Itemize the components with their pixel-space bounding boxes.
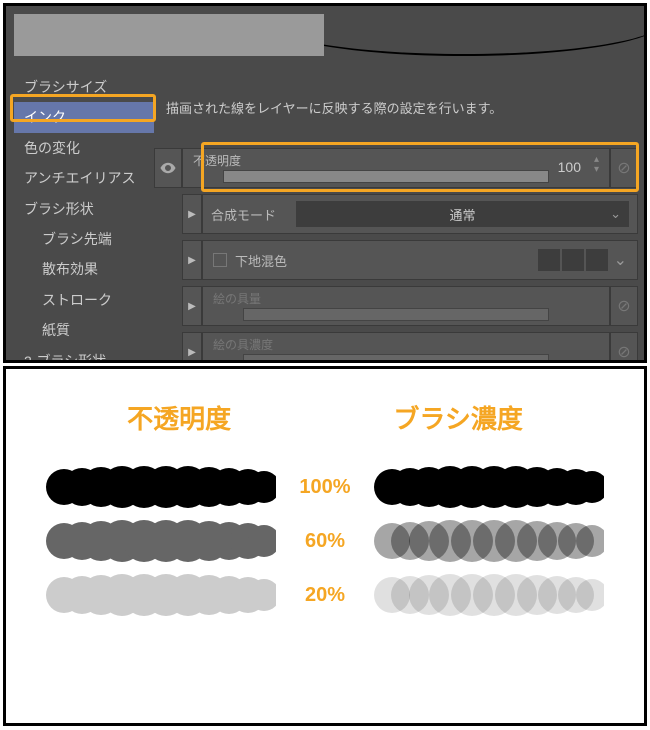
underlay-label: 下地混色 xyxy=(235,251,287,270)
paint-amount-label: 絵の具量 xyxy=(213,290,261,307)
opacity-stroke-20 xyxy=(46,574,276,616)
density-stroke-100 xyxy=(374,466,604,508)
expand-button[interactable]: ▶ xyxy=(182,194,202,234)
dynamics-button[interactable]: ⊘ xyxy=(610,332,638,363)
highlight-opacity xyxy=(201,142,639,192)
paint-amount-slider[interactable]: 絵の具量 xyxy=(202,286,610,326)
expand-button[interactable]: ▶ xyxy=(182,286,202,326)
paint-amount-row: ▶ 絵の具量 ⊘ xyxy=(154,284,638,328)
highlight-ink xyxy=(10,94,156,122)
preview-area xyxy=(14,14,324,56)
brush-settings-panel: ブラシサイズ インク 色の変化 アンチエイリアス ブラシ形状 ブラシ先端 散布効… xyxy=(3,3,647,363)
spacer xyxy=(154,332,182,363)
left-title: 不透明度 xyxy=(127,399,231,436)
level-100: 100% xyxy=(285,476,365,499)
sidebar-item-stroke[interactable]: ストローク xyxy=(14,285,154,315)
dynamics-button[interactable]: ⊘ xyxy=(610,286,638,326)
sidebar-item-scatter[interactable]: 散布効果 xyxy=(14,254,154,284)
blend-mode-row: ▶ 合成モード 通常 xyxy=(154,192,638,236)
density-stroke-60 xyxy=(374,520,604,562)
chevron-down-icon[interactable]: ⌄ xyxy=(614,250,627,270)
mode-thumbnails[interactable] xyxy=(538,249,608,271)
row-100: 100% xyxy=(46,466,604,508)
description-text: 描画された線をレイヤーに反映する際の設定を行います。 xyxy=(166,98,502,117)
sidebar-item-color-change[interactable]: 色の変化 xyxy=(14,133,154,163)
opacity-stroke-60 xyxy=(46,520,276,562)
blend-mode-control: 合成モード 通常 xyxy=(202,194,638,234)
sidebar-item-brush-shape[interactable]: ブラシ形状 xyxy=(14,194,154,224)
right-title: ブラシ濃度 xyxy=(393,399,522,436)
level-60: 60% xyxy=(285,530,365,553)
comparison-diagram: 不透明度 ブラシ濃度 100% 60% 20% xyxy=(3,366,647,726)
underlay-row: ▶ 下地混色 ⌄ xyxy=(154,238,638,282)
visibility-toggle[interactable] xyxy=(154,148,182,188)
paint-density-row: ▶ 絵の具濃度 ⊘ xyxy=(154,330,638,363)
spacer xyxy=(154,240,182,280)
underlay-checkbox[interactable] xyxy=(213,253,227,267)
sidebar-item-antialias[interactable]: アンチエイリアス xyxy=(14,163,154,193)
sidebar-item-brush-shape-2[interactable]: 2-ブラシ形状 xyxy=(14,346,154,363)
paint-density-slider[interactable]: 絵の具濃度 xyxy=(202,332,610,363)
sidebar-item-brush-tip[interactable]: ブラシ先端 xyxy=(14,224,154,254)
paint-density-label: 絵の具濃度 xyxy=(213,336,273,353)
density-stroke-20 xyxy=(374,574,604,616)
blend-mode-label: 合成モード xyxy=(211,205,276,224)
row-60: 60% xyxy=(46,520,604,562)
expand-button[interactable]: ▶ xyxy=(182,240,202,280)
expand-button[interactable]: ▶ xyxy=(182,332,202,363)
spacer xyxy=(154,194,182,234)
spacer xyxy=(154,286,182,326)
level-20: 20% xyxy=(285,584,365,607)
row-20: 20% xyxy=(46,574,604,616)
sidebar-item-paper[interactable]: 紙質 xyxy=(14,315,154,345)
blend-mode-select[interactable]: 通常 xyxy=(296,201,629,227)
underlay-control[interactable]: 下地混色 ⌄ xyxy=(202,240,638,280)
opacity-stroke-100 xyxy=(46,466,276,508)
